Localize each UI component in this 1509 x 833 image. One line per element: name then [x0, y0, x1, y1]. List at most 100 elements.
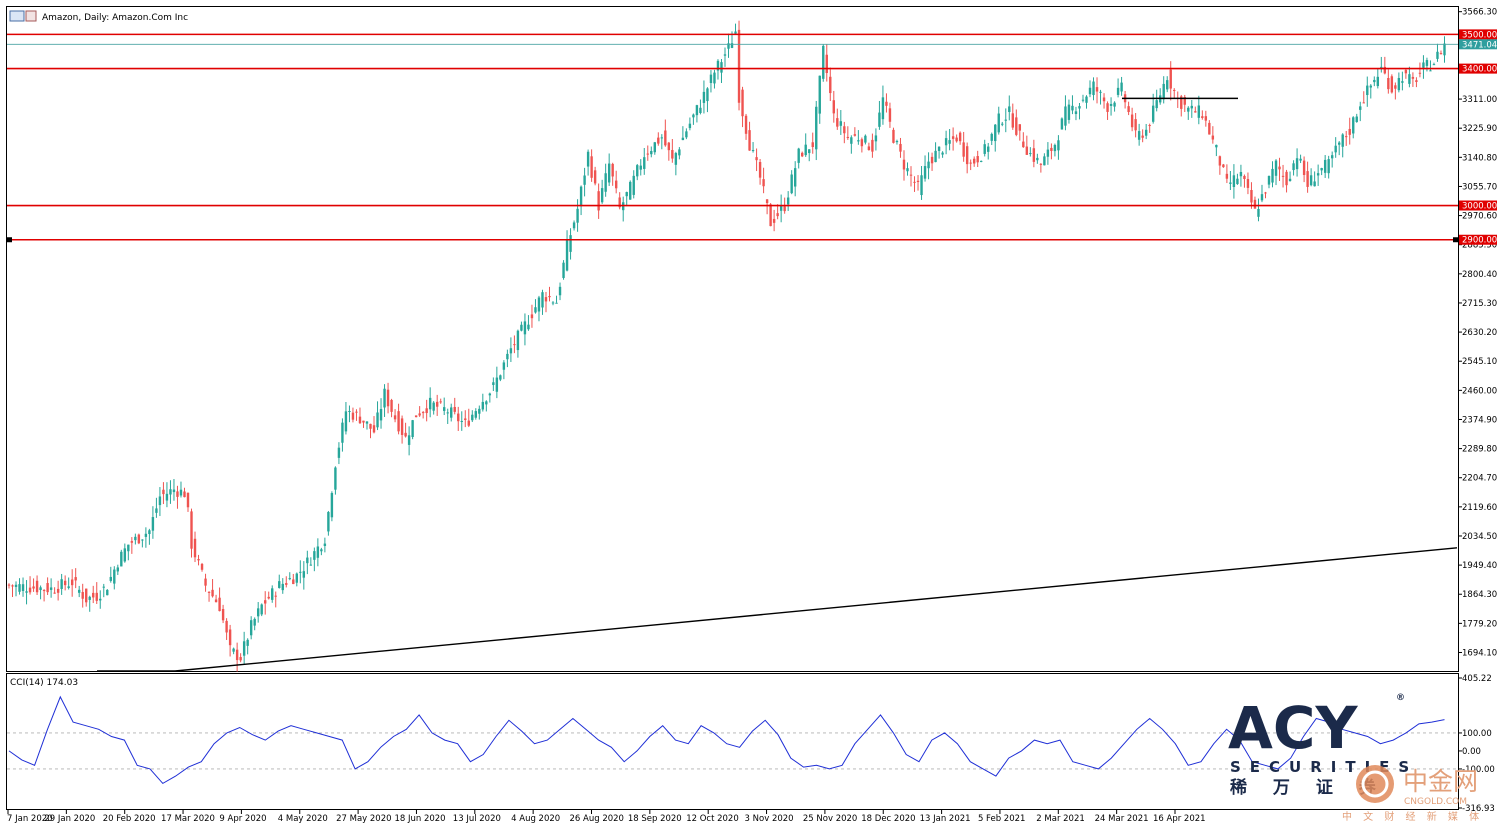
trendline-layer	[97, 97, 1458, 672]
candle-body	[551, 302, 555, 304]
price-tick-label: 2289.80	[1462, 445, 1497, 455]
candle-body	[1201, 116, 1204, 118]
candle-body	[1001, 123, 1004, 125]
candle-body	[102, 586, 105, 588]
price-tick-label: 2460.00	[1462, 386, 1497, 396]
cci-label: CCI(14) 174.03	[10, 678, 78, 688]
candle-body	[597, 191, 600, 211]
candle-body	[885, 101, 888, 106]
watermark-en: CNGOLD.COM	[1404, 797, 1467, 807]
candle-body	[569, 235, 572, 252]
candle-body	[1166, 80, 1169, 90]
candle-body	[67, 586, 70, 588]
time-tick-label: 27 May 2020	[336, 814, 391, 824]
candle-body	[432, 402, 435, 411]
candle-body	[235, 649, 239, 661]
candle-body	[930, 156, 934, 164]
candle-body	[25, 591, 28, 593]
candle-body	[614, 180, 618, 189]
candle-body	[113, 569, 116, 584]
candle-body	[348, 411, 351, 413]
candle-body	[902, 159, 906, 170]
candle-body	[972, 158, 976, 164]
candle-body	[1197, 105, 1201, 118]
candle-body	[1067, 104, 1071, 120]
candle-body	[920, 175, 923, 196]
candle-body	[1173, 89, 1176, 91]
candle-body	[1022, 141, 1025, 148]
candle-body	[46, 583, 49, 593]
candle-body	[660, 137, 664, 139]
candle-body	[709, 74, 713, 84]
symbol-icon[interactable]	[25, 10, 37, 22]
candle-body	[983, 144, 986, 154]
candle-body	[625, 192, 628, 197]
price-tick-label: 1864.30	[1462, 590, 1497, 600]
candle-body	[141, 539, 144, 541]
candle-body	[1032, 148, 1036, 162]
candle-body	[713, 72, 716, 84]
chart-window: 3566.303481.603396.103311.003225.903140.…	[0, 0, 1509, 833]
candle-body	[776, 213, 779, 217]
candle-body	[1366, 85, 1369, 96]
candle-body	[1302, 160, 1306, 175]
candle-body	[109, 576, 112, 581]
candle-body	[801, 152, 804, 157]
candle-body	[1306, 171, 1309, 187]
candle-body	[323, 543, 327, 546]
candle-body	[1401, 81, 1404, 83]
candle-body	[1257, 208, 1260, 217]
candle-body	[316, 546, 320, 558]
candle-body	[1078, 106, 1081, 109]
candle-body	[1092, 81, 1095, 96]
candle-body	[49, 587, 53, 590]
candle-body	[1011, 113, 1014, 128]
level-anchor-right	[1453, 237, 1458, 243]
candle-body	[306, 557, 309, 564]
candle-body	[1436, 51, 1439, 59]
candle-body	[1134, 119, 1137, 131]
candle-body	[1064, 106, 1067, 126]
candle-body	[18, 584, 21, 592]
candle-body	[386, 389, 390, 407]
candle-body	[1113, 102, 1116, 107]
candle-body	[267, 596, 270, 599]
candle-body	[1292, 163, 1295, 171]
candle-body	[1106, 103, 1109, 112]
price-tick-label: 3566.30	[1462, 8, 1497, 18]
candle-body	[572, 222, 576, 229]
candle-body	[1211, 135, 1215, 140]
candle-body	[186, 492, 190, 508]
chart-type-icon[interactable]	[9, 10, 25, 22]
candle-body	[909, 174, 913, 176]
candle-body	[21, 584, 25, 591]
candle-body	[997, 113, 1000, 133]
candle-body	[513, 344, 516, 346]
candle-body	[176, 491, 179, 497]
trendline	[174, 547, 1458, 672]
candle-body	[611, 163, 614, 177]
time-tick-label: 16 Apr 2021	[1153, 814, 1206, 824]
candle-body	[1415, 80, 1418, 83]
candle-body	[923, 166, 927, 179]
candle-body	[643, 157, 646, 169]
time-tick-label: 18 Dec 2020	[861, 814, 915, 824]
candle-body	[906, 168, 909, 172]
candle-body	[1327, 159, 1330, 174]
candle-body	[1232, 175, 1236, 187]
candle-body	[488, 393, 492, 396]
candle-body	[421, 412, 425, 414]
candle-body	[1071, 105, 1074, 111]
candle-body	[1015, 117, 1018, 135]
candle-body	[808, 149, 811, 154]
time-tick-label: 18 Jun 2020	[394, 814, 445, 824]
candle-body	[99, 598, 102, 601]
candle-body	[1323, 159, 1327, 173]
candle-body	[278, 581, 281, 588]
chart-canvas[interactable]: 3566.303481.603396.103311.003225.903140.…	[0, 0, 1509, 833]
candle-body	[390, 399, 393, 412]
candle-body	[358, 416, 362, 424]
candle-body	[179, 489, 183, 496]
watermark-cn: 中金网	[1403, 767, 1478, 796]
price-tag-label: 3000.00	[1462, 202, 1497, 212]
